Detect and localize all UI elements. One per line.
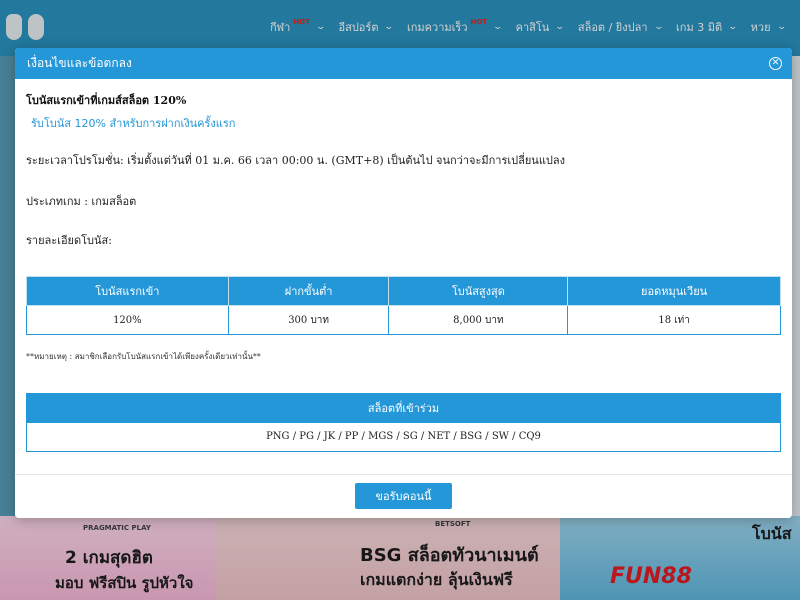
bonus-note: **หมายเหตุ : สมาชิกเลือกรับโบนัสแรกเข้าไ… bbox=[26, 352, 261, 361]
table-cell: 300 บาท bbox=[227, 305, 390, 335]
promo-subheading: รับโบนัส 120% สำหรับการฝากเงินครั้งแรก bbox=[31, 117, 236, 130]
table-cell: 8,000 บาท bbox=[388, 305, 569, 335]
close-icon[interactable]: ✕ bbox=[769, 57, 782, 70]
bonus-table: โบนัสแรกเข้า ฝากขั้นต่ำ โบนัสสูงสุด ยอดห… bbox=[26, 276, 781, 335]
table-row: 120% 300 บาท 8,000 บาท 18 เท่า bbox=[26, 305, 781, 335]
game-type: ประเภทเกม : เกมสล็อต bbox=[26, 195, 137, 208]
modal-title: เงื่อนไขและข้อตกลง bbox=[27, 56, 132, 70]
table-header: ฝากขั้นต่ำ bbox=[227, 276, 390, 306]
providers-list: PNG / PG / JK / PP / MGS / SG / NET / BS… bbox=[266, 431, 541, 442]
table-header: ยอดหมุนเวียน bbox=[567, 276, 781, 306]
bonus-details-label: รายละเอียดโบนัส: bbox=[26, 234, 112, 247]
providers-box: สล็อตที่เข้าร่วม PNG / PG / JK / PP / MG… bbox=[26, 393, 781, 452]
table-cell: 120% bbox=[26, 305, 229, 335]
promo-period: ระยะเวลาโปรโมชั่น: เริ่มตั้งแต่วันที่ 01… bbox=[26, 154, 566, 167]
modal-body[interactable]: โบนัสแรกเข้าที่เกมส์สล็อต 120% รับโบนัส … bbox=[15, 79, 792, 474]
terms-modal: เงื่อนไขและข้อตกลง ✕ โบนัสแรกเข้าที่เกมส… bbox=[15, 48, 792, 518]
table-cell: 18 เท่า bbox=[567, 305, 781, 335]
providers-title: สล็อตที่เข้าร่วม bbox=[27, 394, 780, 423]
table-header: โบนัสแรกเข้า bbox=[26, 276, 229, 306]
promo-heading: โบนัสแรกเข้าที่เกมส์สล็อต 120% bbox=[26, 94, 187, 107]
modal-footer: ขอรับคอนนี้ bbox=[15, 474, 792, 518]
accept-bonus-button[interactable]: ขอรับคอนนี้ bbox=[355, 483, 452, 509]
modal-header: เงื่อนไขและข้อตกลง ✕ bbox=[15, 48, 792, 79]
table-header-row: โบนัสแรกเข้า ฝากขั้นต่ำ โบนัสสูงสุด ยอดห… bbox=[26, 276, 781, 306]
table-header: โบนัสสูงสุด bbox=[388, 276, 569, 306]
